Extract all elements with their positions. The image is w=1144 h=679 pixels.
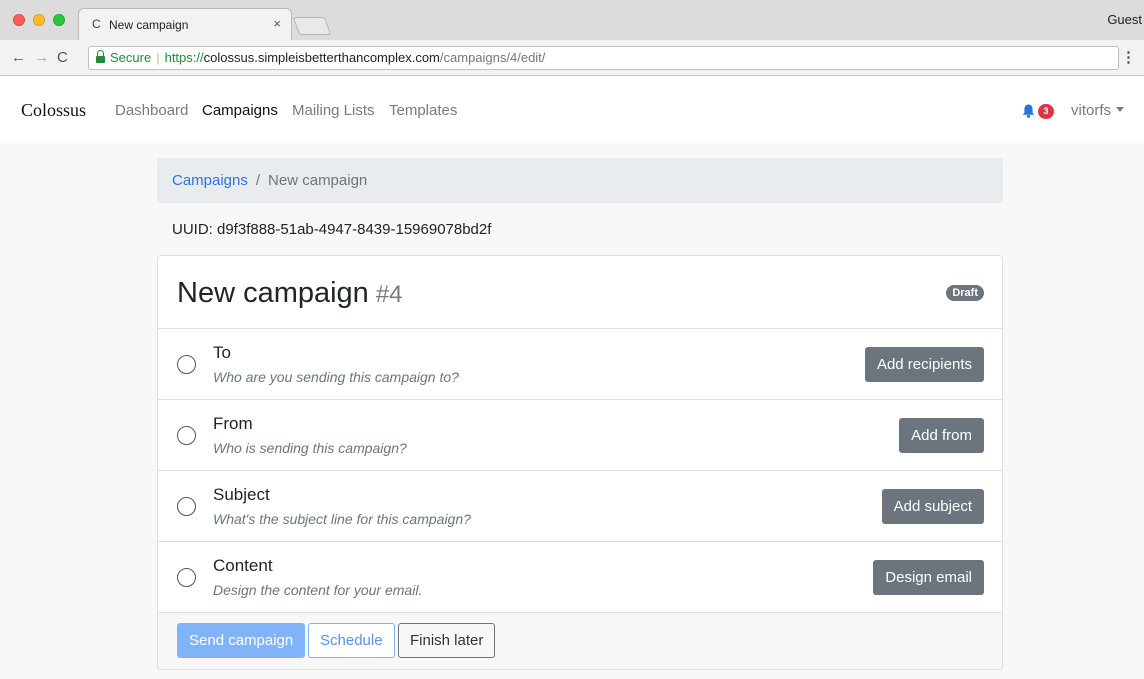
step-row-from: From Who is sending this campaign? Add f…: [158, 400, 1002, 471]
step-title: Content: [213, 556, 273, 575]
url-divider: |: [156, 50, 160, 65]
app-navbar: Colossus Dashboard Campaigns Mailing Lis…: [0, 77, 1144, 143]
step-status-radio: [177, 497, 196, 516]
campaign-card: New campaign #4 Draft To Who are you send…: [157, 255, 1003, 670]
browser-tab[interactable]: C New campaign ×: [78, 8, 292, 40]
minimize-window-button[interactable]: [33, 14, 45, 26]
campaign-title: New campaign: [177, 277, 369, 309]
status-badge: Draft: [946, 285, 984, 301]
step-status-radio: [177, 355, 196, 374]
step-description: What's the subject line for this campaig…: [213, 511, 471, 527]
step-description: Who is sending this campaign?: [213, 440, 407, 456]
breadcrumb-separator: /: [255, 172, 261, 189]
nav-link-mailing-lists[interactable]: Mailing Lists: [292, 102, 375, 119]
nav-link-templates[interactable]: Templates: [389, 102, 457, 119]
step-description: Design the content for your email.: [213, 582, 423, 598]
step-status-radio: [177, 568, 196, 587]
step-row-subject: Subject What's the subject line for this…: [158, 471, 1002, 542]
tab-favicon-icon: C: [92, 17, 101, 31]
campaign-number: #4: [375, 281, 403, 308]
page-title: New campaign #4: [177, 277, 403, 310]
nav-link-dashboard[interactable]: Dashboard: [115, 102, 188, 119]
step-description: Who are you sending this campaign to?: [213, 369, 459, 385]
url-path: /campaigns/4/edit/: [439, 50, 546, 65]
step-title: Subject: [213, 485, 270, 504]
step-title: To: [213, 343, 231, 362]
brand-logo[interactable]: Colossus: [21, 100, 86, 121]
username: vitorfs: [1071, 102, 1112, 119]
add-subject-button[interactable]: Add subject: [881, 489, 984, 524]
lock-icon: [96, 50, 105, 63]
step-title: From: [213, 414, 253, 433]
send-campaign-button[interactable]: Send campaign: [177, 623, 306, 658]
browser-tab-bar: C New campaign × Guest: [0, 0, 1144, 40]
add-from-button[interactable]: Add from: [899, 418, 984, 453]
url-scheme: https://: [164, 50, 204, 65]
close-window-button[interactable]: [13, 14, 25, 26]
breadcrumb-link-campaigns[interactable]: Campaigns: [172, 172, 248, 189]
nav-link-campaigns[interactable]: Campaigns: [202, 102, 278, 119]
maximize-window-button[interactable]: [53, 14, 65, 26]
step-row-to: To Who are you sending this campaign to?…: [158, 329, 1002, 400]
browser-menu-icon[interactable]: ⋮: [1121, 48, 1136, 66]
campaign-uuid: UUID: d9f3f888-51ab-4947-8439-15969078bd…: [172, 221, 492, 238]
chevron-down-icon: [1116, 107, 1125, 112]
profile-label[interactable]: Guest: [1107, 12, 1142, 27]
secure-label: Secure: [110, 50, 152, 65]
breadcrumb: Campaigns / New campaign: [157, 158, 1003, 203]
user-menu-toggle[interactable]: vitorfs: [1071, 102, 1125, 119]
notification-count-badge: 3: [1038, 104, 1054, 119]
campaign-card-header: New campaign #4 Draft: [158, 256, 1002, 329]
step-row-content: Content Design the content for your emai…: [158, 542, 1002, 613]
new-tab-button[interactable]: [292, 17, 332, 35]
bell-icon[interactable]: [1022, 104, 1035, 118]
design-email-button[interactable]: Design email: [873, 560, 984, 595]
tab-title: New campaign: [109, 18, 189, 32]
back-arrow-icon[interactable]: ←: [11, 49, 26, 66]
url-host: colossus.simpleisbetterthancomplex.com: [203, 50, 440, 65]
address-bar[interactable]: Secure | https://colossus.simpleisbetterth…: [88, 46, 1119, 70]
campaign-card-footer: Send campaign Schedule Finish later: [158, 613, 1002, 669]
forward-arrow-icon[interactable]: →: [34, 49, 49, 66]
reload-icon[interactable]: C: [57, 49, 68, 66]
browser-toolbar: ← → C Secure | https://colossus.simpleisbe…: [0, 40, 1144, 76]
add-recipients-button[interactable]: Add recipients: [864, 347, 984, 382]
step-status-radio: [177, 426, 196, 445]
schedule-button[interactable]: Schedule: [308, 623, 395, 658]
breadcrumb-current: New campaign: [268, 172, 368, 189]
tab-close-icon[interactable]: ×: [273, 16, 281, 31]
finish-later-button[interactable]: Finish later: [398, 623, 496, 658]
